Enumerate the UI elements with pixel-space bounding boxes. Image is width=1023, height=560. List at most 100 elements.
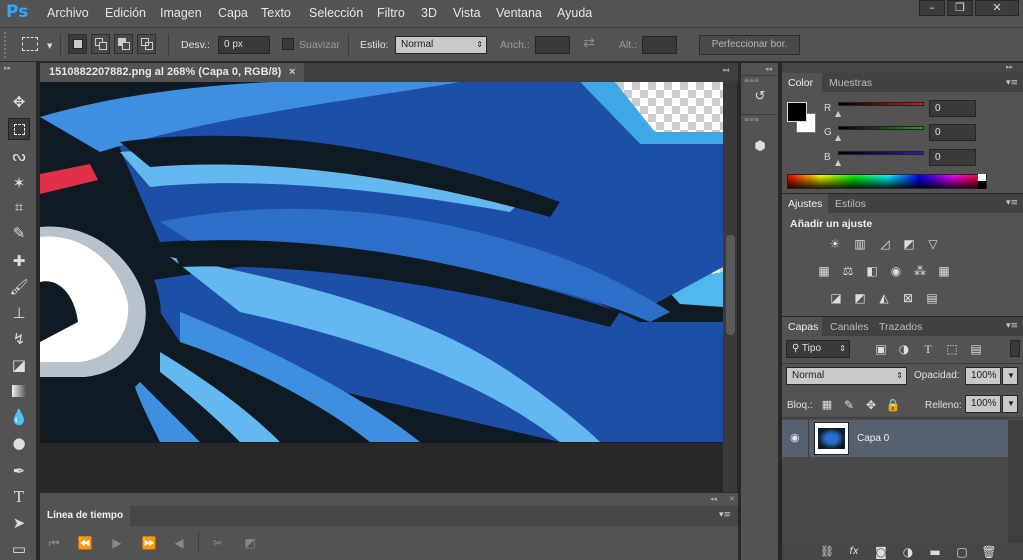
restore-button[interactable]: ❐ (947, 0, 973, 16)
panel-menu-icon[interactable]: ▾≡ (719, 510, 731, 520)
grip-handle[interactable]: ≡≡≡ (744, 116, 759, 123)
lock-all-icon[interactable]: 🔒 (885, 397, 901, 413)
canvas-area[interactable] (40, 82, 723, 492)
filter-kind-select[interactable]: ⚲ Tipo ⇕ (786, 340, 850, 358)
menu-capa[interactable]: Capa (218, 6, 248, 20)
filter-pixel-icon[interactable]: ▣ (873, 341, 889, 357)
panel-menu-icon[interactable]: ▾≡ (1006, 198, 1018, 208)
blend-mode-select[interactable]: Normal ⇕ (786, 367, 907, 385)
grip-handle[interactable]: ≡≡≡ (744, 77, 759, 84)
collapse-icon[interactable]: ▸▸ (1006, 63, 1013, 71)
menu-filtro[interactable]: Filtro (377, 6, 405, 20)
layers-scrollbar[interactable] (1008, 420, 1023, 543)
invert-icon[interactable]: ◪ (828, 290, 844, 306)
move-tool-icon[interactable]: ✥ (8, 91, 30, 113)
posterize-icon[interactable]: ◩ (852, 290, 868, 306)
lock-transparency-icon[interactable]: ▦ (819, 397, 835, 413)
layer-name[interactable]: Capa 0 (857, 433, 889, 444)
menu-edicion[interactable]: Edición (105, 6, 146, 20)
menu-vista[interactable]: Vista (453, 6, 481, 20)
r-value-input[interactable]: 0 (929, 100, 976, 117)
g-slider-handle[interactable]: ▲ (835, 133, 841, 142)
folder-icon[interactable]: ▬ (927, 544, 943, 560)
vibrance-icon[interactable]: ▽ (925, 236, 941, 252)
black-white-icon[interactable]: ◧ (864, 263, 880, 279)
antialias-checkbox[interactable] (282, 38, 294, 50)
g-slider[interactable] (838, 126, 924, 130)
photo-filter-icon[interactable]: ◉ (888, 263, 904, 279)
tab-estilos[interactable]: Estilos (835, 198, 866, 210)
threshold-icon[interactable]: ◭ (876, 290, 892, 306)
close-doc-icon[interactable]: × (289, 66, 295, 78)
opacity-input[interactable]: 100% (965, 367, 1001, 385)
document-tab[interactable]: 1510882207882.png al 268% (Capa 0, RGB/8… (40, 63, 304, 82)
prev-frame-icon[interactable]: ⏪ (77, 535, 93, 551)
levels-icon[interactable]: ▥ (852, 236, 868, 252)
type-tool-icon[interactable]: T (8, 486, 30, 508)
play-icon[interactable]: ▶ (109, 535, 125, 551)
tab-canales[interactable]: Canales (830, 321, 869, 333)
brightness-icon[interactable]: ☀ (827, 236, 843, 252)
filter-type-icon[interactable]: T (920, 341, 936, 357)
path-selection-tool-icon[interactable]: ➤ (8, 512, 30, 534)
refine-edge-button[interactable]: Perfeccionar bor. (699, 35, 800, 55)
menu-seleccion[interactable]: Selección (309, 6, 363, 20)
fill-dropdown[interactable]: ▼ (1002, 395, 1018, 413)
hue-saturation-icon[interactable]: ▦ (816, 263, 832, 279)
r-slider-handle[interactable]: ▲ (835, 109, 841, 118)
filter-smart-icon[interactable]: ▤ (968, 341, 984, 357)
scissors-icon[interactable]: ✂ (210, 535, 226, 551)
subtract-selection-button[interactable] (114, 34, 133, 54)
opacity-dropdown[interactable]: ▼ (1002, 367, 1018, 385)
brush-tool-icon[interactable]: 🖌 (8, 276, 30, 298)
fx-icon[interactable]: fx (846, 544, 862, 560)
color-spectrum-ramp[interactable] (787, 174, 987, 189)
style-select[interactable]: Normal ⇕ (395, 36, 487, 54)
next-frame-icon[interactable]: ⏩ (141, 535, 157, 551)
magic-wand-tool-icon[interactable]: ✶ (8, 172, 30, 194)
b-slider-handle[interactable]: ▲ (835, 158, 841, 167)
foreground-color-swatch[interactable] (787, 102, 807, 122)
close-panel-icon[interactable]: ✕ (729, 495, 735, 503)
feather-input[interactable]: 0 px (218, 36, 270, 54)
collapse-icon[interactable]: ▸▸ (4, 64, 11, 72)
grip-handle[interactable] (4, 32, 10, 58)
filter-toggle[interactable] (1010, 340, 1020, 357)
white-swatch[interactable] (978, 174, 986, 181)
minimize-button[interactable]: – (919, 0, 945, 16)
channel-mixer-icon[interactable]: ⁂ (912, 263, 928, 279)
color-lookup-icon[interactable]: ▦ (936, 263, 952, 279)
3d-cube-icon[interactable]: ⬢ (752, 139, 768, 155)
exposure-icon[interactable]: ◩ (901, 236, 917, 252)
collapse-icon[interactable]: ◂◂ (710, 495, 717, 503)
collapse-icon[interactable]: ◂◂ (722, 66, 729, 74)
clone-stamp-tool-icon[interactable]: ⊥ (8, 302, 30, 324)
lock-pixels-icon[interactable]: ✎ (841, 397, 857, 413)
eye-icon[interactable]: ◉ (790, 431, 800, 444)
swap-icon[interactable]: ⇄ (583, 35, 595, 51)
add-selection-button[interactable] (91, 34, 110, 54)
width-input[interactable] (535, 36, 570, 54)
eraser-tool-icon[interactable]: ◪ (8, 354, 30, 376)
r-slider[interactable] (838, 102, 924, 106)
color-balance-icon[interactable]: ⚖ (840, 263, 856, 279)
close-button[interactable]: ✕ (975, 0, 1019, 16)
menu-imagen[interactable]: Imagen (160, 6, 202, 20)
trash-icon[interactable]: 🗑 (981, 544, 997, 560)
panel-menu-icon[interactable]: ▾≡ (1006, 78, 1018, 88)
b-slider[interactable] (838, 151, 924, 155)
chevron-down-icon[interactable]: ▼ (47, 42, 52, 50)
menu-archivo[interactable]: Archivo (47, 6, 89, 20)
lasso-tool-icon[interactable]: ᔓ (8, 145, 30, 167)
healing-brush-tool-icon[interactable]: ✚ (8, 250, 30, 272)
history-brush-tool-icon[interactable]: ↯ (8, 328, 30, 350)
height-input[interactable] (642, 36, 677, 54)
tab-trazados[interactable]: Trazados (879, 321, 922, 333)
menu-3d[interactable]: 3D (421, 6, 437, 20)
shape-tool-icon[interactable]: ▭ (8, 538, 30, 560)
eyedropper-tool-icon[interactable]: ✎ (8, 222, 30, 244)
new-layer-icon[interactable]: ▢ (954, 544, 970, 560)
blur-tool-icon[interactable]: 💧 (8, 406, 30, 428)
first-frame-icon[interactable]: ⏮ (46, 535, 62, 551)
menu-ventana[interactable]: Ventana (496, 6, 542, 20)
